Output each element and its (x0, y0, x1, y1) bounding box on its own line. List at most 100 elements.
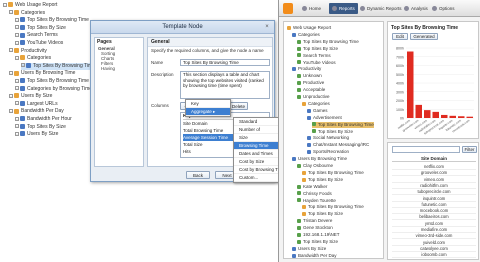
expand-icon[interactable]: - (15, 40, 19, 45)
report-tree-node[interactable]: Kate Walker (297, 184, 327, 190)
submenu-item[interactable]: Number of (234, 126, 278, 134)
expand-icon[interactable]: - (15, 25, 19, 30)
report-tree-node[interactable]: Unproductive (297, 94, 330, 100)
report-tree-node[interactable]: Clay Osbourne (297, 163, 333, 169)
expand-icon[interactable]: - (9, 71, 13, 76)
report-tree-node[interactable]: Categories (292, 32, 320, 38)
expand-icon[interactable]: - (15, 17, 19, 22)
table-row[interactable]: radiohitfm.com (392, 183, 476, 189)
close-icon[interactable]: × (263, 23, 271, 31)
nav-reports[interactable]: Reports (329, 3, 358, 14)
bar[interactable] (424, 110, 431, 118)
tree-node[interactable]: - Top Sites By Browsing Time (15, 17, 89, 24)
tree-node[interactable]: - Categories (15, 55, 51, 62)
report-tree-node[interactable]: YouTube Videos (297, 60, 336, 66)
tree-node[interactable]: - Bandwidth Per Hour (15, 116, 72, 123)
report-tree-node[interactable]: 192.168.1.19\NET (297, 232, 340, 238)
expand-icon[interactable]: - (9, 109, 13, 114)
menu-item-aggregate[interactable]: Aggregate ▸ (186, 108, 230, 116)
submenu-item[interactable]: Cost by Browsing Time (234, 166, 285, 174)
report-tree-node[interactable]: Games (307, 108, 328, 114)
report-tree-node[interactable]: Top Sites By Size (297, 46, 338, 52)
menu-item-key[interactable]: Key (186, 100, 230, 108)
table-row[interactable]: vimeo.com (392, 177, 476, 183)
submenu-item[interactable]: Browsing Time (234, 142, 278, 150)
back-button[interactable]: Back (186, 171, 210, 179)
tree-node[interactable]: - Users By Size (15, 131, 58, 138)
expand-icon[interactable]: - (9, 10, 13, 15)
nav-dynamic-reports[interactable]: Dynamic Reports (357, 3, 405, 14)
table-row[interactable]: grooveler.com (392, 170, 476, 177)
report-tree-node[interactable]: Hayden Tourette (297, 198, 336, 204)
report-tree-node[interactable]: Users By Browsing Time (292, 156, 347, 162)
table-row[interactable]: inquintr.com (392, 196, 476, 202)
bar[interactable] (415, 104, 423, 118)
tree-node[interactable]: - Productivity (9, 48, 47, 55)
bar[interactable] (441, 114, 448, 118)
report-tree-node[interactable]: Top Sites By Browsing Time (297, 39, 359, 45)
tree-node[interactable]: - Categories (9, 10, 45, 17)
tree-node[interactable]: - Users By Browsing Time (9, 70, 75, 77)
report-tree-node[interactable]: Productivity (292, 66, 321, 72)
expand-icon[interactable]: - (15, 116, 19, 121)
submenu-item[interactable]: Standard (234, 118, 278, 126)
nav-home[interactable]: Home (299, 3, 324, 14)
report-tree-node[interactable]: Search Terms (297, 53, 331, 59)
tree-node[interactable]: - Search Terms (15, 32, 58, 39)
filter-button[interactable]: Filter (462, 146, 477, 153)
report-tree-node[interactable]: Unknown (297, 73, 322, 79)
expand-icon[interactable]: - (15, 86, 19, 91)
report-tree-node[interactable]: Top Sites By Size (302, 177, 343, 183)
nav-options[interactable]: Options (429, 3, 458, 14)
tree-node[interactable]: - Web Usage Report (3, 2, 57, 9)
expand-icon[interactable]: - (15, 33, 19, 38)
submenu-item[interactable]: Size (234, 134, 278, 142)
expand-icon[interactable]: - (15, 101, 19, 106)
table-row[interactable]: netflix.com (392, 164, 476, 170)
report-tree-node[interactable]: Top Sites By Browsing Time (302, 204, 364, 210)
expand-icon[interactable]: - (21, 63, 25, 68)
report-tree-node[interactable]: Categories (302, 101, 330, 107)
expand-icon[interactable]: - (15, 78, 19, 83)
report-tree-node[interactable]: Users By Size (292, 246, 326, 252)
report-tree-node[interactable]: Web Usage Report (287, 25, 331, 31)
filter-input[interactable] (392, 146, 460, 153)
nav-analysis[interactable]: Analysis (401, 3, 431, 14)
submenu-item[interactable]: Custom... (234, 174, 278, 182)
report-tree-node[interactable]: Chrissy Foods (297, 191, 332, 197)
report-tree-node[interactable]: Chat/Instant Messaging/IRC (307, 142, 369, 148)
expand-icon[interactable]: - (9, 93, 13, 98)
report-tree-node[interactable]: Top Sites By Browsing Time (312, 121, 374, 128)
bar[interactable] (449, 115, 457, 118)
table-row[interactable]: ioboomb.com (392, 252, 476, 259)
expand-icon[interactable]: - (9, 48, 13, 53)
report-tree-node[interactable]: Tristan Devere (297, 218, 332, 224)
expand-icon[interactable]: - (15, 131, 19, 136)
tree-node[interactable]: - Top Sites By Size (15, 124, 66, 131)
table-row[interactable]: yuiveld.com (392, 240, 476, 246)
bar[interactable] (432, 111, 440, 118)
table-row[interactable]: ymtd.com (392, 221, 476, 227)
report-tree-node[interactable]: Top Sites By Size (312, 129, 353, 135)
name-field[interactable]: Top Sites By Browsing Time (180, 59, 270, 66)
tree-node[interactable]: - Users By Size (9, 93, 52, 100)
bar[interactable] (458, 116, 465, 118)
tree-node[interactable]: - Top Sites By Browsing Time (15, 78, 89, 85)
report-tree-node[interactable]: Sports/Recreation (307, 149, 349, 155)
tree-node[interactable]: - Top Sites By Size (15, 25, 66, 32)
expand-icon[interactable]: - (15, 55, 19, 60)
table-row[interactable]: belibaeiros.com (392, 214, 476, 221)
tree-node[interactable]: - Largest URLs (15, 101, 58, 108)
tree-node[interactable]: - Bandwidth Per Day (9, 108, 64, 115)
description-field[interactable]: This section displays a table and chart … (180, 71, 270, 99)
edit-chart-button[interactable]: Edit (392, 33, 408, 40)
report-tree-node[interactable]: Bandwidth Per Day (292, 253, 337, 259)
generated-button[interactable]: Generated (410, 33, 438, 40)
bar[interactable] (407, 51, 414, 119)
report-tree-node[interactable]: Top Sites By Size (302, 211, 343, 217)
table-row[interactable]: tuboprecircle.com (392, 189, 476, 196)
tree-node[interactable]: - Top Sites By Browsing Time (21, 62, 95, 70)
report-tree-node[interactable]: Acceptable (297, 87, 325, 93)
table-row[interactable]: mocebook.com (392, 208, 476, 215)
report-tree-node[interactable]: Top Sites By Browsing Time (302, 170, 364, 176)
